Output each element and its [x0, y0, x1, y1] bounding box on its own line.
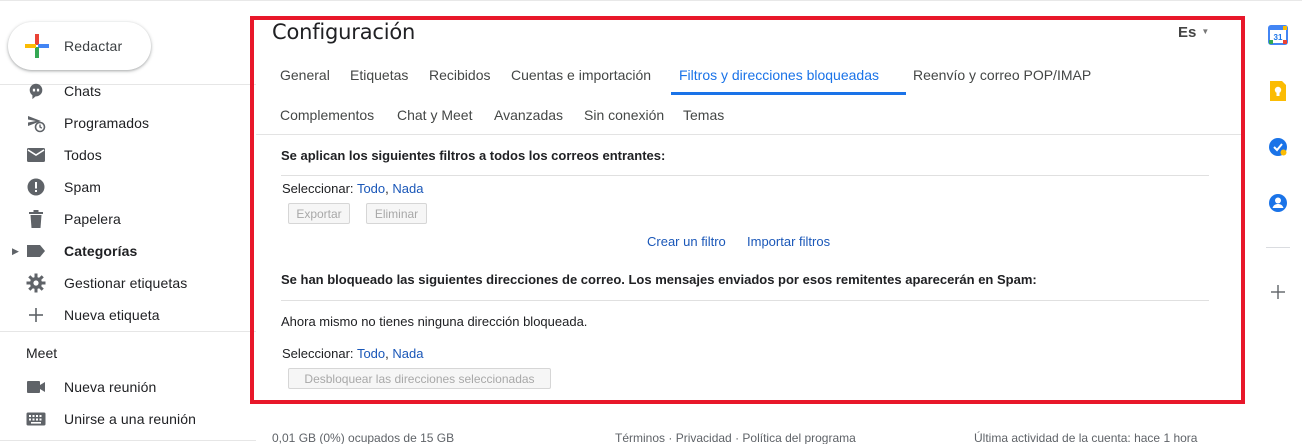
sidebar-item-todos[interactable]: Todos: [0, 139, 256, 171]
contacts-icon[interactable]: [1266, 191, 1290, 215]
blocked-select-row: Seleccionar: Todo, Nada: [282, 346, 423, 361]
sidebar-item-label: Nueva reunión: [64, 379, 157, 395]
tab-recibidos[interactable]: Recibidos: [429, 67, 490, 83]
separator: ·: [735, 431, 740, 444]
separator: ·: [668, 431, 673, 444]
plus-colored-icon: [25, 34, 49, 58]
footer-links: Términos · Privacidad · Política del pro…: [615, 431, 856, 444]
sidebar-divider: [0, 331, 256, 332]
keep-icon[interactable]: [1266, 79, 1290, 103]
select-all-link[interactable]: Todo: [357, 181, 385, 196]
sidebar-item-chats[interactable]: Chats: [0, 75, 256, 107]
dropdown-arrow-icon: ▼: [1201, 27, 1210, 36]
no-blocked-message: Ahora mismo no tienes ninguna dirección …: [281, 314, 588, 329]
gear-icon: [26, 273, 46, 293]
sidebar-item-unirse-reunion[interactable]: Unirse a una reunión: [0, 403, 256, 435]
scheduled-send-icon: [26, 113, 46, 133]
chat-bubble-icon: [26, 81, 46, 101]
tab-complementos[interactable]: Complementos: [280, 107, 374, 123]
sidebar-item-label: Papelera: [64, 211, 121, 227]
last-activity: Última actividad de la cuenta: hace 1 ho…: [974, 431, 1198, 444]
spam-icon: [26, 177, 46, 197]
sidebar-item-label: Chats: [64, 83, 102, 99]
language-selector[interactable]: Es ▼: [1178, 24, 1209, 41]
sidebar-item-nueva-reunion[interactable]: Nueva reunión: [0, 371, 256, 403]
program-policy-link[interactable]: Política del programa: [742, 431, 855, 444]
trash-icon: [26, 209, 46, 229]
sidebar-item-programados[interactable]: Programados: [0, 107, 256, 139]
sidebar-item-categorias[interactable]: ▶ Categorías: [0, 235, 256, 267]
sidebar-item-label: Programados: [64, 115, 150, 131]
create-filter-link[interactable]: Crear un filtro: [647, 234, 726, 249]
tab-sin-conexion[interactable]: Sin conexión: [584, 107, 664, 123]
tab-chat-meet[interactable]: Chat y Meet: [397, 107, 472, 123]
tasks-icon[interactable]: [1266, 135, 1290, 159]
tab-avanzadas[interactable]: Avanzadas: [494, 107, 563, 123]
filters-select-row: Seleccionar: Todo, Nada: [282, 181, 423, 196]
language-label: Es: [1178, 24, 1197, 41]
meet-header: Meet: [26, 345, 58, 361]
storage-usage[interactable]: 0,01 GB (0%) ocupados de 15 GB: [272, 431, 454, 444]
tabs-divider: [256, 134, 1241, 135]
delete-button[interactable]: Eliminar: [366, 203, 427, 224]
expand-caret-icon[interactable]: ▶: [12, 246, 19, 257]
svg-text:31: 31: [1274, 33, 1283, 42]
active-tab-indicator: [671, 92, 906, 95]
tab-temas[interactable]: Temas: [683, 107, 724, 123]
page-title: Configuración: [272, 20, 416, 44]
label-icon: [26, 241, 46, 261]
select-label: Seleccionar:: [282, 346, 354, 361]
side-panel-divider: [1266, 247, 1290, 248]
left-sidebar: Redactar Chats Programados Todos Spam Pa…: [0, 0, 256, 444]
video-camera-icon: [26, 377, 46, 397]
section-divider: [281, 175, 1209, 176]
filters-heading: Se aplican los siguientes filtros a todo…: [281, 148, 666, 163]
select-all-link[interactable]: Todo: [357, 346, 385, 361]
unblock-button[interactable]: Desbloquear las direcciones seleccionada…: [288, 368, 551, 389]
tab-etiquetas[interactable]: Etiquetas: [350, 67, 408, 83]
privacy-link[interactable]: Privacidad: [676, 431, 732, 444]
calendar-icon[interactable]: 31: [1266, 23, 1290, 47]
export-button[interactable]: Exportar: [288, 203, 350, 224]
select-label: Seleccionar:: [282, 181, 354, 196]
sidebar-divider: [0, 440, 256, 441]
compose-button[interactable]: Redactar: [8, 22, 151, 70]
sidebar-item-spam[interactable]: Spam: [0, 171, 256, 203]
terms-link[interactable]: Términos: [615, 431, 665, 444]
sidebar-item-papelera[interactable]: Papelera: [0, 203, 256, 235]
tab-reenvio-pop-imap[interactable]: Reenvío y correo POP/IMAP: [913, 67, 1091, 83]
sidebar-item-label: Nueva etiqueta: [64, 307, 160, 323]
select-none-link[interactable]: Nada: [392, 181, 423, 196]
tab-filtros-bloqueadas[interactable]: Filtros y direcciones bloqueadas: [679, 67, 879, 83]
sidebar-item-label: Todos: [64, 147, 102, 163]
keyboard-icon: [26, 409, 46, 429]
blocked-heading: Se han bloqueado las siguientes direccio…: [281, 272, 1037, 287]
add-icon[interactable]: [1266, 280, 1290, 304]
sidebar-item-label: Categorías: [64, 243, 138, 259]
sidebar-item-label: Unirse a una reunión: [64, 411, 196, 427]
select-none-link[interactable]: Nada: [392, 346, 423, 361]
compose-label: Redactar: [64, 38, 123, 54]
sidebar-item-gestionar-etiquetas[interactable]: Gestionar etiquetas: [0, 267, 256, 299]
sidebar-item-label: Gestionar etiquetas: [64, 275, 188, 291]
tab-general[interactable]: General: [280, 67, 330, 83]
section-divider: [281, 300, 1209, 301]
tab-cuentas-importacion[interactable]: Cuentas e importación: [511, 67, 651, 83]
sidebar-item-label: Spam: [64, 179, 101, 195]
side-panel: 31: [1254, 0, 1302, 444]
import-filters-link[interactable]: Importar filtros: [747, 234, 830, 249]
plus-icon: [26, 305, 46, 325]
all-mail-icon: [26, 145, 46, 165]
sidebar-item-nueva-etiqueta[interactable]: Nueva etiqueta: [0, 299, 256, 331]
